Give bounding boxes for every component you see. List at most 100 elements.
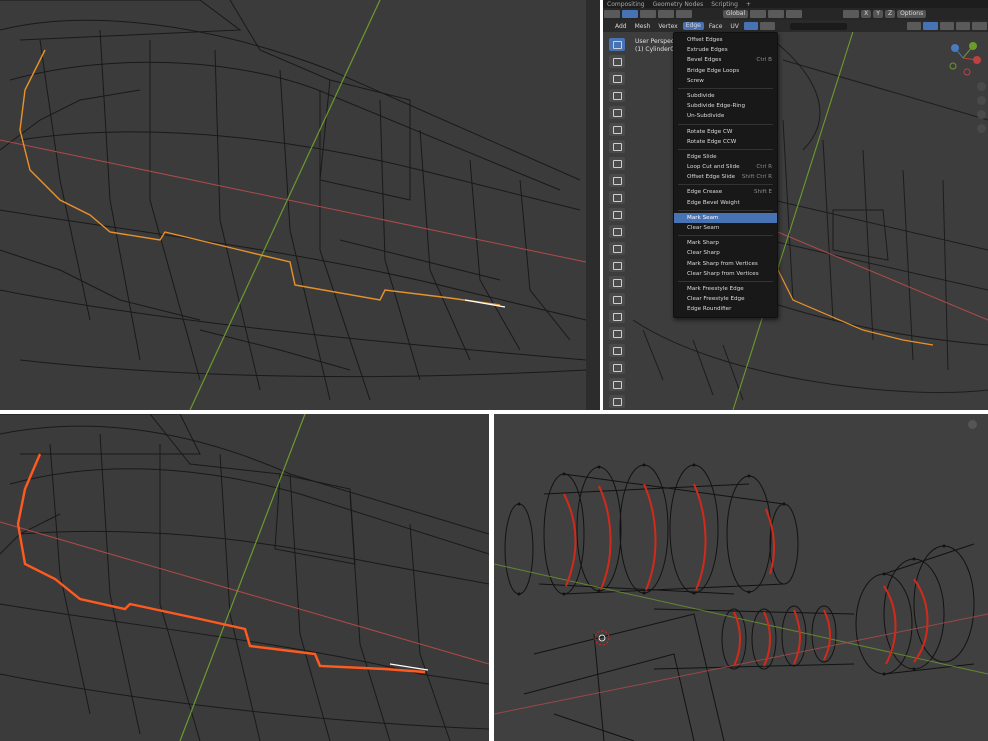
- axis-x-toggle[interactable]: X: [861, 10, 872, 18]
- editor-type-icon[interactable]: [604, 10, 620, 18]
- menu-item-clear-sharp-from-vertices[interactable]: Clear Sharp from Vertices: [674, 269, 777, 279]
- move-icon[interactable]: [609, 72, 625, 85]
- menu-item-rotate-edge-cw[interactable]: Rotate Edge CW: [674, 127, 777, 137]
- spin-icon[interactable]: [609, 310, 625, 323]
- menu-item-label: Edge Roundifier: [687, 306, 732, 313]
- menu-item-label: Bevel Edges: [687, 57, 722, 64]
- menu-item-mark-sharp-from-vertices[interactable]: Mark Sharp from Vertices: [674, 259, 777, 269]
- menu-item-clear-freestyle-edge[interactable]: Clear Freestyle Edge: [674, 294, 777, 304]
- select-mode-icon[interactable]: [622, 10, 638, 18]
- viewport-panel-bottom-left[interactable]: [0, 414, 489, 741]
- navigation-gizmo[interactable]: [943, 38, 983, 78]
- zoom-icon[interactable]: [977, 82, 986, 91]
- axis-z-toggle[interactable]: Z: [884, 10, 896, 18]
- tab-compositing[interactable]: Compositing: [603, 1, 649, 8]
- menu-item-label: Loop Cut and Slide: [687, 164, 740, 171]
- menu-item-label: Un-Subdivide: [687, 113, 725, 120]
- search-field[interactable]: [789, 22, 847, 30]
- camera-view-icon[interactable]: [977, 110, 986, 119]
- xray-icon[interactable]: [743, 22, 759, 30]
- cursor-icon[interactable]: [609, 55, 625, 68]
- blender-panel-edge-menu[interactable]: Compositing Geometry Nodes Scripting + G…: [603, 0, 988, 410]
- menu-item-subdivide-edge-ring[interactable]: Subdivide Edge-Ring: [674, 101, 777, 111]
- rendered-shading-icon[interactable]: [972, 22, 987, 30]
- proportional-edit-icon[interactable]: [786, 10, 803, 18]
- knife-icon[interactable]: [609, 276, 625, 289]
- measure-icon[interactable]: [609, 157, 625, 170]
- menu-item-bridge-edge-loops[interactable]: Bridge Edge Loops: [674, 66, 777, 76]
- snap-icon[interactable]: [768, 10, 785, 18]
- wireframe-shading-icon[interactable]: [923, 22, 938, 30]
- menu-item-clear-sharp[interactable]: Clear Sharp: [674, 248, 777, 258]
- rip-icon[interactable]: [609, 395, 625, 408]
- menu-item-un-subdivide[interactable]: Un-Subdivide: [674, 111, 777, 121]
- select-box-icon[interactable]: [609, 38, 625, 51]
- menu-item-rotate-edge-ccw[interactable]: Rotate Edge CCW: [674, 137, 777, 147]
- add-workspace-icon[interactable]: +: [742, 1, 755, 8]
- overlay-icon[interactable]: [760, 22, 775, 30]
- extrude-icon[interactable]: [609, 191, 625, 204]
- visibility-icon[interactable]: [906, 22, 922, 30]
- menu-item-label: Mark Sharp from Vertices: [687, 260, 758, 267]
- rotate-icon[interactable]: [609, 89, 625, 102]
- menu-separator: [678, 123, 773, 125]
- viewport-panel-top-left[interactable]: [0, 0, 586, 410]
- menu-edge[interactable]: Edge: [682, 22, 704, 30]
- menu-item-edge-roundifier[interactable]: Edge Roundifier: [674, 304, 777, 314]
- tab-geometry-nodes[interactable]: Geometry Nodes: [649, 1, 708, 8]
- smooth-icon[interactable]: [609, 327, 625, 340]
- menu-item-offset-edge-slide[interactable]: Offset Edge Slide Shift Ctrl R: [674, 172, 777, 182]
- axis-y-toggle[interactable]: Y: [873, 10, 883, 18]
- menu-mesh[interactable]: Mesh: [631, 23, 655, 30]
- menu-item-label: Edge Bevel Weight: [687, 199, 740, 206]
- menu-item-mark-seam[interactable]: Mark Seam: [674, 212, 777, 223]
- edge-select-icon[interactable]: [658, 10, 674, 18]
- vertex-select-icon[interactable]: [640, 10, 656, 18]
- menu-item-mark-freestyle-edge[interactable]: Mark Freestyle Edge: [674, 284, 777, 294]
- pan-hand-icon[interactable]: [977, 96, 986, 105]
- menu-item-screw[interactable]: Screw: [674, 76, 777, 86]
- shear-icon[interactable]: [609, 378, 625, 391]
- loop-cut-icon[interactable]: [609, 242, 625, 255]
- add-cube-icon[interactable]: [609, 174, 625, 187]
- ortho-grid-icon[interactable]: [968, 420, 977, 429]
- menu-item-subdivide[interactable]: Subdivide: [674, 91, 777, 101]
- menu-item-shortcut: Shift E: [753, 189, 772, 196]
- menu-item-clear-seam[interactable]: Clear Seam: [674, 223, 777, 233]
- poly-build-icon[interactable]: [609, 293, 625, 306]
- viewport-panel-bottom-right[interactable]: [494, 414, 988, 741]
- menu-item-label: Offset Edge Slide: [687, 174, 736, 181]
- menu-item-extrude-edges[interactable]: Extrude Edges: [674, 45, 777, 55]
- menu-item-edge-crease[interactable]: Edge Crease Shift E: [674, 187, 777, 197]
- menu-item-mark-sharp[interactable]: Mark Sharp: [674, 238, 777, 248]
- bevel-icon[interactable]: [609, 225, 625, 238]
- menu-item-label: Edge Slide: [687, 153, 717, 160]
- menu-item-offset-edges[interactable]: Offset Edges: [674, 35, 777, 45]
- material-shading-icon[interactable]: [956, 22, 971, 30]
- pivot-icon[interactable]: [750, 10, 767, 18]
- workspace-tabs: Compositing Geometry Nodes Scripting +: [603, 0, 988, 8]
- menu-face[interactable]: Face: [705, 23, 727, 30]
- tab-scripting[interactable]: Scripting: [707, 1, 742, 8]
- inset-icon[interactable]: [609, 208, 625, 221]
- ortho-toggle-icon[interactable]: [977, 124, 986, 133]
- solid-shading-icon[interactable]: [939, 22, 954, 30]
- offset-edge-icon[interactable]: [609, 259, 625, 272]
- edge-slide-icon[interactable]: [609, 344, 625, 357]
- transform-icon[interactable]: [609, 123, 625, 136]
- menu-item-bevel-edges[interactable]: Bevel Edges Ctrl B: [674, 55, 777, 65]
- annotate-icon[interactable]: [609, 140, 625, 153]
- scale-icon[interactable]: [609, 106, 625, 119]
- face-select-icon[interactable]: [676, 10, 692, 18]
- orientation-dropdown[interactable]: Global: [723, 10, 749, 18]
- menu-item-loop-cut-and-slide[interactable]: Loop Cut and Slide Ctrl R: [674, 162, 777, 172]
- options-dropdown[interactable]: Options: [897, 10, 927, 18]
- wireframe-mesh-1: [0, 0, 586, 410]
- mirror-icon[interactable]: [843, 10, 860, 18]
- shrink-icon[interactable]: [609, 361, 625, 374]
- menu-item-edge-slide[interactable]: Edge Slide: [674, 152, 777, 162]
- menu-item-edge-bevel-weight[interactable]: Edge Bevel Weight: [674, 198, 777, 208]
- menu-vertex[interactable]: Vertex: [654, 23, 681, 30]
- menu-add[interactable]: Add: [611, 23, 631, 30]
- menu-uv[interactable]: UV: [726, 23, 743, 30]
